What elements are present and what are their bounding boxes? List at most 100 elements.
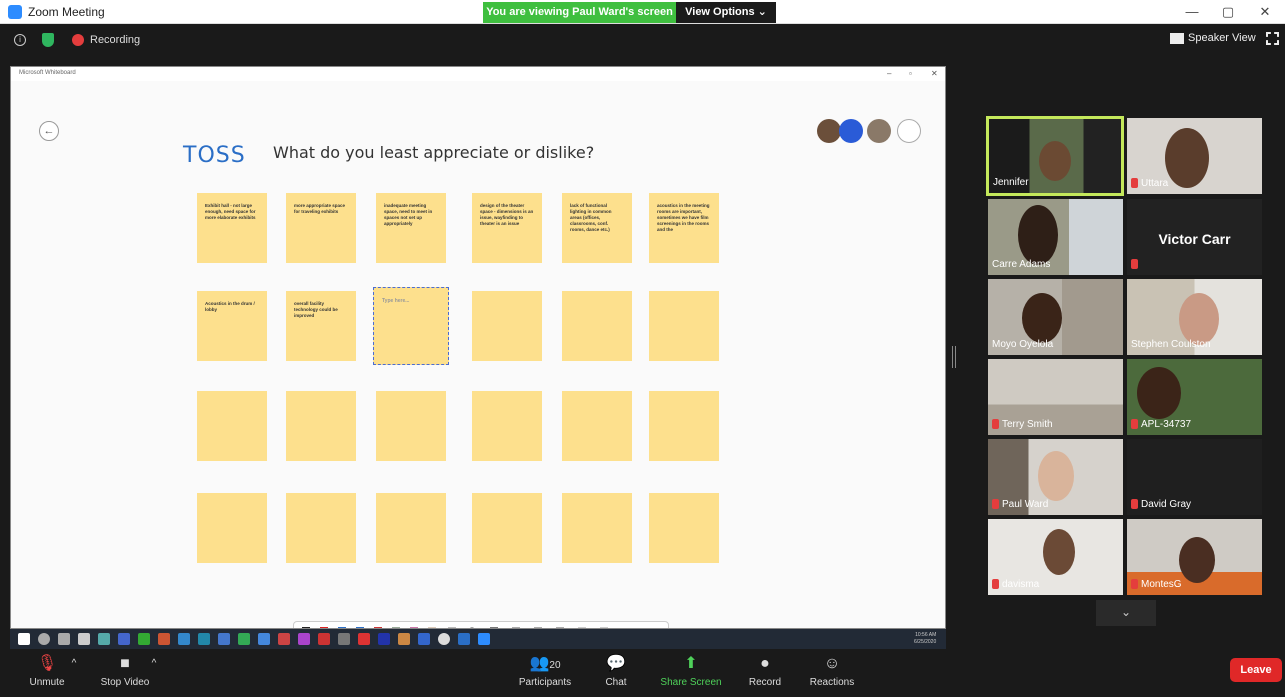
app-icon (98, 633, 110, 645)
maximize-button[interactable]: ▢ (1213, 2, 1243, 22)
sticky-note[interactable]: lack of functional lighting in common ar… (562, 193, 632, 263)
participant-name: MontesG (1131, 579, 1182, 590)
app-icon (418, 633, 430, 645)
close-button[interactable]: ✕ (1250, 2, 1280, 22)
sticky-note[interactable]: Acoustics in the drum / lobby (197, 291, 267, 361)
participant-tile[interactable]: David Gray (1127, 439, 1262, 515)
leave-button[interactable]: Leave (1230, 658, 1282, 682)
participant-tile-active[interactable]: Jennifer (986, 116, 1124, 196)
chat-label: Chat (605, 677, 627, 688)
reactions-icon: ☺ (823, 655, 841, 672)
participant-tile[interactable]: davisma (988, 519, 1123, 595)
heading-tag: TOSS (183, 143, 246, 168)
recording-label: Recording (90, 34, 141, 46)
view-options-button[interactable]: View Options ⌄ (676, 2, 776, 23)
participant-tile[interactable]: Moyo Oyelola (988, 279, 1123, 355)
zoom-app-icon (8, 5, 22, 19)
participant-tile[interactable]: MontesG (1127, 519, 1262, 595)
collaborator-avatar (839, 119, 863, 143)
sticky-note[interactable]: more appropriate space for traveling exh… (286, 193, 356, 263)
encryption-shield-icon[interactable] (42, 33, 54, 47)
sticky-note-empty[interactable] (562, 493, 632, 563)
taskbar-clock: 10:56 AM 6/25/2020 (914, 632, 936, 646)
gallery-next-page-button[interactable]: ⌄ (1096, 600, 1156, 626)
sticky-note-selected[interactable]: Type here... (373, 287, 449, 365)
sticky-placeholder: Type here... (382, 298, 410, 304)
app-icon (218, 633, 230, 645)
fullscreen-icon[interactable] (1266, 32, 1279, 45)
sticky-note-empty[interactable] (286, 493, 356, 563)
sticky-note-empty[interactable] (562, 391, 632, 461)
sticky-note[interactable]: inadequate meeting space, need to meet i… (376, 193, 446, 263)
unmute-button[interactable]: 🎙 Unmute (22, 649, 72, 697)
app-icon (278, 633, 290, 645)
sticky-note-empty[interactable] (286, 391, 356, 461)
participant-tile[interactable]: Stephen Coulston (1127, 279, 1262, 355)
participant-face (1137, 367, 1181, 419)
shared-screen: Microsoft Whiteboard – ▫ ✕ ← TOSS What d… (10, 66, 946, 629)
record-icon: ● (760, 655, 770, 672)
sticky-note-empty[interactable] (472, 291, 542, 361)
participant-tile[interactable]: Uttara (1127, 118, 1262, 194)
participants-button[interactable]: 👥20 Participants (514, 649, 576, 697)
participant-face (1179, 293, 1219, 345)
mic-muted-icon: 🎙 (36, 655, 58, 672)
caret-up-icon: ^ (151, 658, 157, 669)
participant-face (1179, 537, 1215, 583)
mic-muted-icon (1131, 259, 1138, 270)
sticky-note-empty[interactable] (197, 391, 267, 461)
participants-count: 20 (549, 660, 561, 671)
audio-options-caret[interactable]: ^ (66, 649, 82, 697)
participant-tile[interactable]: Victor Carr (1127, 199, 1262, 275)
chat-button[interactable]: 💬 Chat (596, 649, 636, 697)
sticky-note[interactable]: overall facility technology could be imp… (286, 291, 356, 361)
wb-minimize-icon: – (887, 69, 892, 78)
sticky-note-empty[interactable] (649, 493, 719, 563)
taskbar-time: 10:56 AM (915, 632, 937, 638)
sticky-note[interactable]: acoustics in the meeting rooms are impor… (649, 193, 719, 263)
wb-close-icon: ✕ (931, 69, 938, 78)
reactions-button[interactable]: ☺ Reactions (806, 649, 858, 697)
participant-tile[interactable]: Carre Adams (988, 199, 1123, 275)
panel-resize-handle[interactable] (952, 346, 956, 368)
participant-name: Carre Adams (992, 259, 1050, 270)
sticky-note-empty[interactable] (649, 391, 719, 461)
back-arrow-icon[interactable]: ← (39, 121, 59, 141)
share-screen-icon: ⬆ (684, 655, 698, 672)
minimize-button[interactable]: — (1177, 2, 1207, 22)
participant-face (1038, 451, 1074, 501)
app-icon (298, 633, 310, 645)
app-icon (378, 633, 390, 645)
participant-tile[interactable]: Terry Smith (988, 359, 1123, 435)
share-screen-button[interactable]: ⬆ Share Screen (656, 649, 726, 697)
sticky-note-empty[interactable] (376, 493, 446, 563)
participant-tile[interactable]: Paul Ward (988, 439, 1123, 515)
meeting-topbar: i Recording Speaker View (0, 24, 1285, 56)
participant-name-text: davisma (1002, 579, 1040, 590)
mic-muted-icon (1131, 499, 1138, 510)
participant-big-name: Victor Carr (1158, 231, 1231, 247)
meeting-info-icon[interactable]: i (14, 34, 26, 46)
app-icon (258, 633, 270, 645)
sticky-note[interactable]: Exhibit hall - not large enough, need sp… (197, 193, 267, 263)
sticky-note-empty[interactable] (562, 291, 632, 361)
whiteboard-canvas[interactable]: ← TOSS What do you least appreciate or d… (11, 81, 945, 628)
menu-icon (897, 119, 921, 143)
speaker-view-label: Speaker View (1188, 32, 1256, 44)
mic-muted-icon (992, 419, 999, 430)
sticky-note-empty[interactable] (472, 493, 542, 563)
sticky-note-empty[interactable] (649, 291, 719, 361)
sticky-note-empty[interactable] (472, 391, 542, 461)
participant-name: David Gray (1131, 499, 1191, 510)
app-icon (198, 633, 210, 645)
sticky-note[interactable]: design of the theater space - dimensions… (472, 193, 542, 263)
video-options-caret[interactable]: ^ (146, 649, 162, 697)
participant-name-text: Jennifer (993, 177, 1029, 188)
participant-tile[interactable]: APL-34737 (1127, 359, 1262, 435)
sticky-note-empty[interactable] (197, 493, 267, 563)
participant-face (1043, 529, 1075, 575)
sticky-note-empty[interactable] (376, 391, 446, 461)
speaker-view-button[interactable]: Speaker View (1170, 32, 1256, 44)
record-button[interactable]: ● Record (744, 649, 786, 697)
participant-name-text: Uttara (1141, 178, 1169, 189)
